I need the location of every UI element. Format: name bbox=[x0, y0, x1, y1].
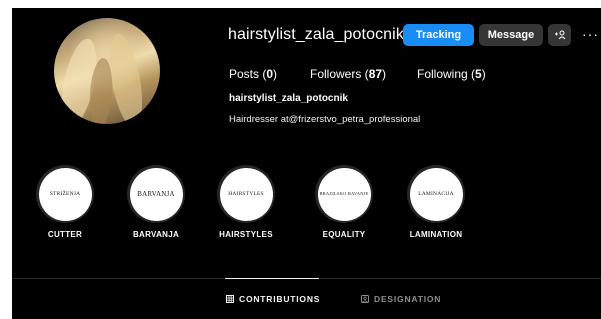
story-highlight[interactable]: BRAZILSKO RAVANJE EQUALITY bbox=[313, 165, 375, 239]
bio-name: hairstylist_zala_potocnik bbox=[229, 93, 348, 104]
following-count: 5 bbox=[475, 67, 482, 81]
profile-page: hairstylist_zala_potocnik Tracking Messa… bbox=[12, 8, 601, 319]
active-tab-indicator bbox=[225, 278, 319, 279]
highlight-label: LAMINATION bbox=[409, 230, 463, 239]
add-person-icon bbox=[554, 30, 565, 40]
tagged-icon bbox=[361, 295, 369, 303]
tab-designation[interactable]: DESIGNATION bbox=[361, 294, 441, 304]
story-highlight[interactable]: BARVANJA BARVANJA bbox=[125, 165, 187, 239]
message-button[interactable]: Message bbox=[479, 24, 543, 46]
highlight-cover-ring: STRIŽENJA bbox=[36, 165, 94, 223]
posts-label: Posts ( bbox=[229, 67, 267, 81]
followers-count: 87 bbox=[368, 67, 383, 81]
posts-stat[interactable]: Posts (0) bbox=[229, 67, 277, 81]
following-label: Following ( bbox=[417, 67, 476, 81]
highlight-label: HAIRSTYLES bbox=[219, 230, 273, 239]
followers-stat[interactable]: Followers (87) bbox=[310, 67, 386, 81]
more-options-button[interactable]: ··· bbox=[582, 26, 599, 42]
highlight-label: BARVANJA bbox=[132, 230, 180, 239]
followers-close: ) bbox=[382, 67, 387, 81]
grid-icon bbox=[226, 295, 234, 303]
followers-label: Followers ( bbox=[310, 67, 369, 81]
following-stat[interactable]: Following (5) bbox=[417, 67, 486, 81]
highlight-cover-ring: LAMINACIJA bbox=[407, 165, 465, 223]
profile-avatar[interactable] bbox=[54, 18, 160, 124]
highlight-cover: HAIRSTYLES bbox=[219, 167, 273, 221]
posts-close: ) bbox=[273, 67, 278, 81]
story-highlight[interactable]: LAMINACIJA LAMINATION bbox=[405, 165, 467, 239]
add-person-button[interactable] bbox=[548, 24, 571, 46]
highlight-cover-ring: BARVANJA bbox=[127, 165, 185, 223]
following-close: ) bbox=[481, 67, 486, 81]
highlight-cover: BARVANJA bbox=[129, 167, 183, 221]
tab-contributions-label: CONTRIBUTIONS bbox=[239, 294, 321, 304]
tracking-button[interactable]: Tracking bbox=[403, 24, 474, 46]
highlight-cover-ring: BRAZILSKO RAVANJE bbox=[315, 165, 373, 223]
highlight-cover-ring: HAIRSTYLES bbox=[217, 165, 275, 223]
bio-text: Hairdresser at@frizerstvo_petra_professi… bbox=[229, 114, 421, 125]
story-highlight[interactable]: HAIRSTYLES HAIRSTYLES bbox=[215, 165, 277, 239]
highlight-label: CUTTER bbox=[47, 230, 83, 239]
highlight-cover: BRAZILSKO RAVANJE bbox=[317, 167, 371, 221]
highlight-label: EQUALITY bbox=[322, 230, 366, 239]
highlight-cover: LAMINACIJA bbox=[409, 167, 463, 221]
ellipsis-icon: ··· bbox=[582, 26, 599, 42]
tab-designation-label: DESIGNATION bbox=[374, 294, 442, 304]
tab-contributions[interactable]: CONTRIBUTIONS bbox=[226, 294, 320, 304]
highlight-cover: STRIŽENJA bbox=[38, 167, 92, 221]
story-highlight[interactable]: STRIŽENJA CUTTER bbox=[34, 165, 96, 239]
profile-username: hairstylist_zala_potocnik bbox=[228, 26, 404, 43]
